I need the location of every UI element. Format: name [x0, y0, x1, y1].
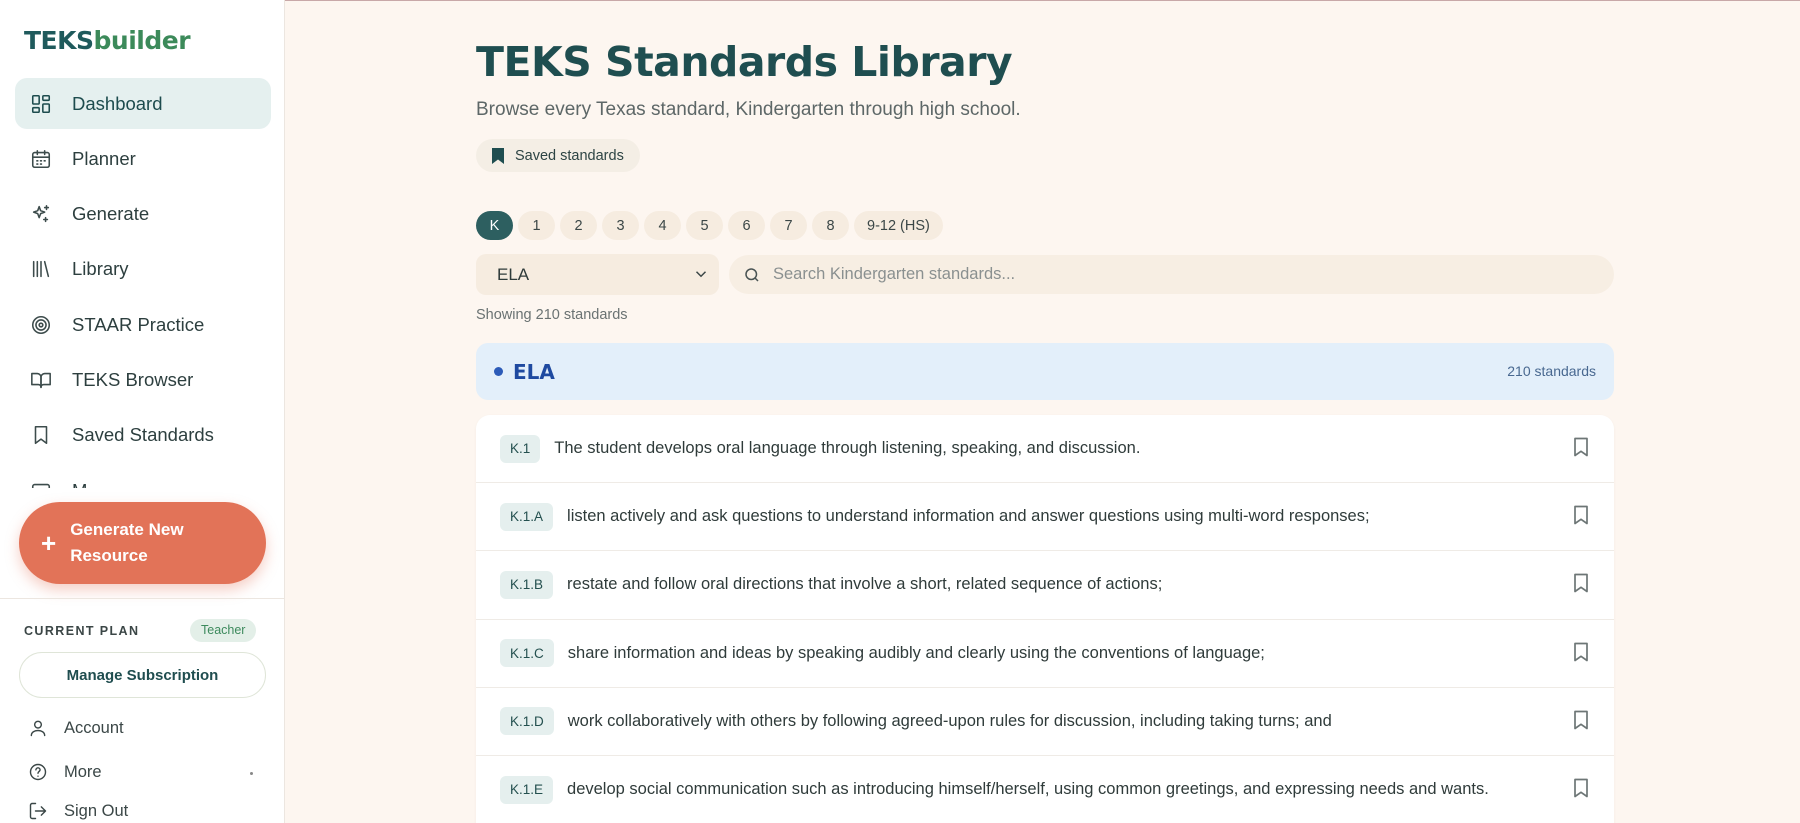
- grade-selector: K 1 2 3 4 5 6 7 8 9-12 (HS): [476, 211, 948, 240]
- user-icon: [30, 720, 46, 737]
- page-title: TEKS Standards Library: [476, 38, 1013, 86]
- sparkles-icon: [29, 202, 53, 226]
- standard-text: work collaboratively with others by foll…: [567, 711, 1332, 730]
- sign-out-link[interactable]: Sign Out: [28, 801, 128, 821]
- sidebar-item-label: Generate: [72, 203, 150, 225]
- plus-icon: +: [41, 528, 57, 558]
- generate-button-label: Generate New Resource: [70, 520, 184, 565]
- current-plan-label: CURRENT PLAN: [24, 624, 140, 638]
- sidebar-item-more-folders[interactable]: M...: [15, 465, 271, 488]
- app-logo[interactable]: TEKSbuilder: [24, 26, 191, 55]
- bookmark-icon[interactable]: [1572, 573, 1590, 595]
- subject-section-count: 210 standards: [1507, 363, 1596, 379]
- standard-code: K.1: [500, 434, 541, 463]
- list-item[interactable]: K.1.A listen actively and ask questions …: [476, 483, 1614, 552]
- grade-tab-2[interactable]: 2: [560, 211, 597, 240]
- plan-badge: Teacher: [190, 619, 257, 642]
- account-label: Account: [64, 718, 124, 737]
- chevron-down-icon: [692, 265, 710, 283]
- standard-text: share information and ideas by speaking …: [567, 643, 1265, 662]
- list-item[interactable]: K.1.B restate and follow oral directions…: [476, 551, 1614, 620]
- target-icon: [29, 313, 53, 337]
- bookmark-icon[interactable]: [1572, 642, 1590, 664]
- calendar-icon: [29, 147, 53, 171]
- sidebar-item-generate[interactable]: Generate: [15, 189, 271, 240]
- subject-section-header[interactable]: ELA 210 standards: [476, 343, 1614, 400]
- grade-tab-1[interactable]: 1: [518, 211, 555, 240]
- sign-out-label: Sign Out: [64, 801, 129, 820]
- bookmark-icon[interactable]: [1572, 710, 1590, 732]
- standard-text: develop social communication such as int…: [567, 780, 1489, 799]
- sidebar-item-label: STAAR Practice: [72, 313, 205, 335]
- logo-text-primary: TEKS: [24, 26, 94, 55]
- dashboard-icon: [29, 92, 53, 116]
- sidebar-item-label: Dashboard: [72, 92, 163, 114]
- grade-tab-8[interactable]: 8: [812, 211, 849, 240]
- subject-section-name: ELA: [513, 359, 555, 384]
- standard-text: The student develops oral language throu…: [554, 439, 1141, 458]
- standard-code: K.1.B: [500, 570, 554, 599]
- sidebar-item-planner[interactable]: Planner: [15, 133, 271, 184]
- grade-tab-6[interactable]: 6: [728, 211, 765, 240]
- book-open-icon: [29, 368, 53, 392]
- search-icon: [745, 267, 759, 282]
- grade-tab-k[interactable]: K: [476, 211, 513, 240]
- manage-subscription-button[interactable]: Manage Subscription: [19, 652, 266, 698]
- standard-text: listen actively and ask questions to und…: [567, 507, 1370, 526]
- main-content: TEKS Standards Library Browse every Texa…: [476, 0, 1616, 823]
- more-expand-indicator[interactable]: [250, 772, 253, 775]
- search-input[interactable]: [773, 265, 1593, 284]
- standard-text: restate and follow oral directions that …: [567, 575, 1163, 594]
- sidebar: TEKSbuilder Dashboard Planner Generate L…: [0, 0, 285, 823]
- grade-tab-4[interactable]: 4: [644, 211, 681, 240]
- sidebar-item-label: Planner: [72, 147, 136, 169]
- bookmark-icon[interactable]: [1572, 437, 1590, 459]
- grade-tab-9-12[interactable]: 9-12 (HS): [854, 211, 943, 240]
- grade-tab-7[interactable]: 7: [770, 211, 807, 240]
- sidebar-item-label: TEKS Browser: [72, 368, 194, 390]
- sidebar-item-label: M...: [72, 480, 103, 488]
- list-item[interactable]: K.1.D work collaboratively with others b…: [476, 688, 1614, 756]
- subject-select-value: ELA: [497, 264, 530, 284]
- sidebar-item-dashboard[interactable]: Dashboard: [15, 78, 271, 129]
- logo-text-secondary: builder: [93, 26, 191, 55]
- search-box: [729, 255, 1614, 294]
- page-subtitle: Browse every Texas standard, Kindergarte…: [476, 99, 1021, 120]
- help-circle-icon: [29, 763, 47, 781]
- sidebar-item-teks-browser[interactable]: TEKS Browser: [15, 354, 271, 405]
- standards-list: K.1 The student develops oral language t…: [476, 415, 1614, 823]
- sidebar-nav: Dashboard Planner Generate Library STAAR…: [15, 78, 271, 488]
- sidebar-divider: [0, 598, 284, 599]
- saved-standards-label: Saved standards: [515, 147, 624, 164]
- subject-select[interactable]: ELA: [476, 254, 719, 295]
- grade-tab-3[interactable]: 3: [602, 211, 639, 240]
- list-item[interactable]: K.1.C share information and ideas by spe…: [476, 620, 1614, 688]
- standard-code: K.1.D: [500, 707, 554, 736]
- sidebar-item-saved-standards[interactable]: Saved Standards: [15, 410, 271, 461]
- subject-dot: [494, 367, 503, 376]
- more-label: More: [64, 762, 102, 781]
- more-link[interactable]: More: [28, 762, 102, 782]
- bookmark-icon[interactable]: [1572, 505, 1590, 527]
- results-count: Showing 210 standards: [476, 307, 628, 323]
- sidebar-item-label: Saved Standards: [72, 424, 214, 446]
- folder-icon: [29, 479, 53, 488]
- standard-code: K.1.A: [500, 502, 554, 531]
- sidebar-item-library[interactable]: Library: [15, 244, 271, 295]
- saved-standards-button[interactable]: Saved standards: [476, 139, 640, 172]
- list-item[interactable]: K.1.E develop social communication such …: [476, 756, 1614, 823]
- list-item[interactable]: K.1 The student develops oral language t…: [476, 415, 1614, 484]
- sign-out-icon: [29, 802, 47, 820]
- standard-code: K.1.E: [500, 775, 554, 804]
- standard-code: K.1.C: [500, 639, 554, 668]
- library-icon: [29, 257, 53, 281]
- bookmark-icon: [29, 423, 53, 447]
- bookmark-icon[interactable]: [1572, 778, 1590, 800]
- sidebar-item-label: Library: [72, 258, 129, 280]
- account-link[interactable]: Account: [28, 718, 124, 738]
- grade-tab-5[interactable]: 5: [686, 211, 723, 240]
- sidebar-item-staar-practice[interactable]: STAAR Practice: [15, 299, 271, 350]
- generate-new-resource-button[interactable]: + Generate New Resource: [19, 502, 266, 584]
- bookmark-filled-icon: [492, 147, 504, 164]
